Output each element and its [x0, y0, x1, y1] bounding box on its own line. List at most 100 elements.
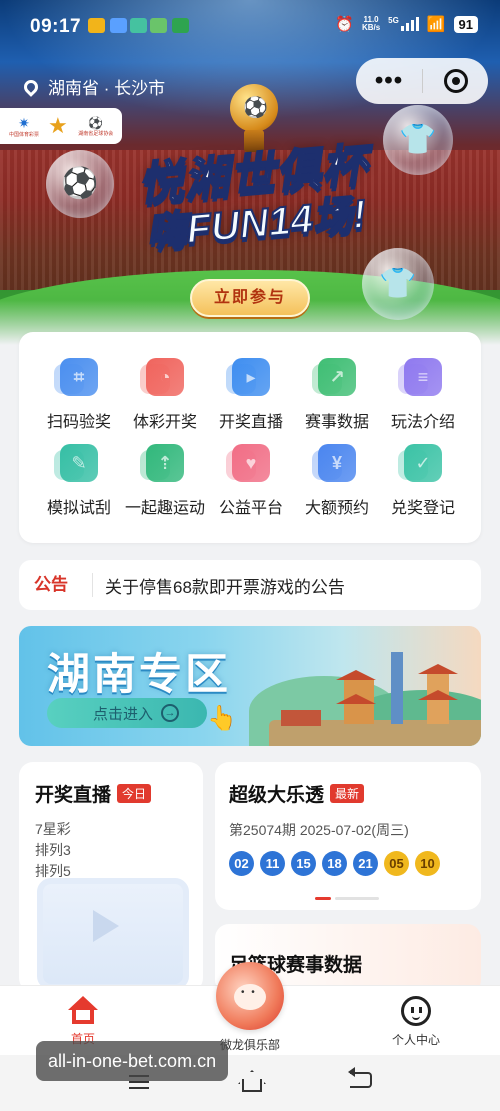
hand-pointer-icon: 👆	[207, 705, 237, 732]
function-label: 公益平台	[218, 500, 283, 517]
watermark: all-in-one-bet.com.cn	[36, 1041, 229, 1081]
scratch-icon: ✎	[54, 444, 98, 482]
location-label: 湖南省 · 长沙市	[48, 79, 166, 98]
function-label: 玩法介绍	[390, 414, 455, 431]
front-number-ball: 18	[322, 851, 347, 876]
carousel-dot	[315, 897, 331, 900]
location-pin-icon	[21, 76, 41, 97]
notice-bar[interactable]: 公告 关于停售68款即开票游戏的公告	[19, 560, 481, 610]
function-item[interactable]: ◔ 体彩开奖	[119, 358, 211, 448]
tab-home[interactable]: 首页	[55, 996, 111, 1047]
front-number-ball: 02	[229, 851, 254, 876]
battery-icon: 91	[453, 15, 478, 33]
function-item[interactable]: ↗ 赛事数据	[291, 358, 383, 448]
sponsor-logos: 中国体育彩票 ★ 湖南省足球协会	[0, 108, 122, 144]
app-notification-icon	[172, 18, 189, 33]
arrow-right-icon: →	[161, 704, 180, 722]
china-sports-lottery-logo: 中国体育彩票	[8, 115, 40, 138]
live-card-title: 开奖直播	[35, 785, 112, 806]
wifi-icon: 📶	[426, 16, 446, 33]
function-item[interactable]: ⇡ 一起趣运动	[119, 444, 211, 534]
app-notification-icon	[130, 18, 147, 33]
target-icon	[443, 69, 468, 93]
winning-numbers: 02 11 15 18 21 05 10	[229, 851, 467, 876]
gate-illustration	[281, 710, 321, 726]
tv-play-icon	[37, 878, 189, 990]
today-badge: 今日	[117, 784, 152, 803]
function-item[interactable]: ✎ 模拟试刮	[33, 444, 125, 534]
live-draw-card[interactable]: 开奖直播 今日 7星彩 排列3 排列5	[19, 762, 203, 992]
pagoda-illustration	[336, 670, 376, 724]
status-time: 09:17	[30, 16, 82, 37]
notice-tag: 公告	[19, 573, 93, 597]
notice-text: 关于停售68款即开票游戏的公告	[105, 577, 345, 597]
alarm-icon: ⏰	[335, 16, 354, 33]
signal-icon: 5G	[388, 17, 419, 31]
chart-icon: ↗	[312, 358, 356, 396]
yuan-icon: ¥	[312, 444, 356, 482]
function-item[interactable]: ≡ 玩法介绍	[377, 358, 469, 448]
tower-illustration	[391, 652, 403, 724]
heart-icon: ♥	[226, 444, 270, 482]
pagoda-illustration	[418, 664, 458, 724]
latest-badge: 最新	[330, 784, 365, 803]
function-label: 体彩开奖	[132, 414, 197, 431]
app-notification-icon	[88, 18, 105, 33]
app-notification-icon	[150, 18, 167, 33]
hunan-zone-enter-button[interactable]: 点击进入 →	[47, 698, 207, 728]
carousel-dot	[335, 897, 379, 900]
more-options-button[interactable]: •••	[356, 58, 422, 104]
doc-icon: ≡	[398, 358, 442, 396]
hunan-zone-banner[interactable]: 湖南专区 点击进入 → 👆	[19, 626, 481, 746]
front-number-ball: 15	[291, 851, 316, 876]
function-item[interactable]: ⌗ 扫码验奖	[33, 358, 125, 448]
function-label: 一起趣运动	[124, 500, 205, 517]
function-label: 赛事数据	[304, 414, 369, 431]
status-bar: 09:17 ⏰ 11.0 KB/s 5G 📶 91	[0, 0, 500, 52]
join-now-button[interactable]: 立即参与	[190, 279, 310, 317]
network-type: 5G	[388, 16, 399, 25]
function-label: 模拟试刮	[46, 500, 111, 517]
hunan-zone-title: 湖南专区	[47, 651, 231, 699]
location-selector[interactable]: 湖南省 · 长沙市	[21, 74, 166, 99]
function-item[interactable]: ♥ 公益平台	[205, 444, 297, 534]
function-label: 兑奖登记	[390, 500, 455, 517]
app-notification-icon	[110, 18, 127, 33]
front-number-ball: 21	[353, 851, 378, 876]
function-item[interactable]: ✓ 兑奖登记	[377, 444, 469, 534]
list-item: 排列3	[35, 842, 71, 858]
register-icon: ✓	[398, 444, 442, 482]
back-number-ball: 10	[415, 851, 440, 876]
tab-profile[interactable]: 个人中心	[380, 996, 452, 1048]
function-item[interactable]: ¥ 大额预约	[291, 444, 383, 534]
carousel-indicator	[315, 897, 379, 900]
club-avatar-button[interactable]	[216, 962, 284, 1030]
football-bubble: ⚽	[46, 150, 114, 218]
trophy-illustration	[226, 84, 282, 154]
jersey-bubble: 👕	[362, 248, 434, 320]
trophy-bubble: 👕	[383, 105, 453, 175]
enter-label: 点击进入	[93, 705, 154, 723]
draw-icon: ◔	[140, 358, 184, 396]
draw-period: 第25074期 2025-07-02(周三)	[229, 822, 409, 838]
home-nav-icon[interactable]	[238, 1070, 262, 1092]
function-label: 开奖直播	[218, 414, 283, 431]
tab-profile-label: 个人中心	[391, 1033, 440, 1047]
live-game-list: 7星彩 排列3 排列5	[35, 819, 187, 882]
star-logo-icon: ★	[48, 113, 68, 138]
function-item[interactable]: ▸ 开奖直播	[205, 358, 297, 448]
net-speed: 11.0 KB/s	[361, 15, 381, 32]
profile-icon	[401, 996, 431, 1026]
function-label: 大额预约	[304, 500, 369, 517]
scan-icon: ⌗	[54, 358, 98, 396]
close-miniapp-button[interactable]	[423, 69, 488, 93]
miniapp-capsule: •••	[356, 58, 488, 104]
back-icon[interactable]	[348, 1067, 372, 1088]
football-association-logo: 湖南省足球协会	[76, 116, 116, 137]
home-icon	[68, 996, 98, 1024]
function-grid: ⌗ 扫码验奖 ◔ 体彩开奖 ▸ 开奖直播 ↗ 赛事数据 ≡ 玩法介绍 ✎ 模拟试刮 ⇡ 一起趣运动 ♥ 公益平…	[19, 332, 481, 543]
live-icon: ▸	[226, 358, 270, 396]
function-label: 扫码验奖	[46, 414, 111, 431]
back-number-ball: 05	[384, 851, 409, 876]
lotto-result-card[interactable]: 超级大乐透 最新 第25074期 2025-07-02(周三) 02 11 15 18…	[215, 762, 481, 910]
